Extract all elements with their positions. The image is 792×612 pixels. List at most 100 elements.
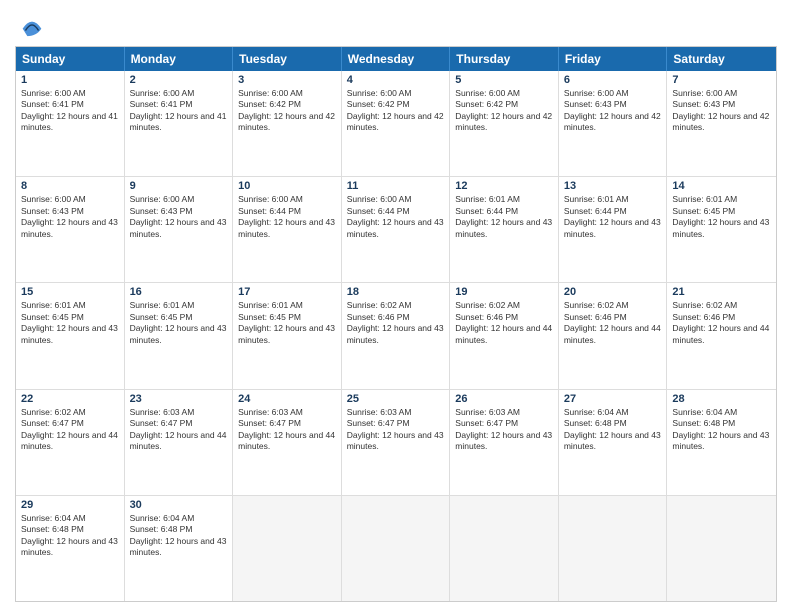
cell-info: Sunrise: 6:00 AMSunset: 6:41 PMDaylight:… <box>21 88 118 132</box>
calendar-row-2: 8 Sunrise: 6:00 AMSunset: 6:43 PMDayligh… <box>16 177 776 283</box>
day-number: 26 <box>455 393 553 405</box>
day-number: 8 <box>21 180 119 192</box>
day-number: 28 <box>672 393 771 405</box>
calendar-cell: 24 Sunrise: 6:03 AMSunset: 6:47 PMDaylig… <box>233 390 342 495</box>
day-number: 4 <box>347 74 445 86</box>
day-number: 14 <box>672 180 771 192</box>
calendar-cell: 4 Sunrise: 6:00 AMSunset: 6:42 PMDayligh… <box>342 71 451 176</box>
empty-cell <box>450 496 559 601</box>
cell-info: Sunrise: 6:02 AMSunset: 6:46 PMDaylight:… <box>347 300 444 344</box>
cell-info: Sunrise: 6:00 AMSunset: 6:42 PMDaylight:… <box>347 88 444 132</box>
day-number: 1 <box>21 74 119 86</box>
cell-info: Sunrise: 6:04 AMSunset: 6:48 PMDaylight:… <box>672 407 769 451</box>
calendar-cell: 7 Sunrise: 6:00 AMSunset: 6:43 PMDayligh… <box>667 71 776 176</box>
header-day-saturday: Saturday <box>667 47 776 71</box>
day-number: 15 <box>21 286 119 298</box>
cell-info: Sunrise: 6:01 AMSunset: 6:44 PMDaylight:… <box>564 194 661 238</box>
calendar-cell: 15 Sunrise: 6:01 AMSunset: 6:45 PMDaylig… <box>16 283 125 388</box>
day-number: 25 <box>347 393 445 405</box>
calendar-cell: 16 Sunrise: 6:01 AMSunset: 6:45 PMDaylig… <box>125 283 234 388</box>
day-number: 24 <box>238 393 336 405</box>
calendar-cell: 18 Sunrise: 6:02 AMSunset: 6:46 PMDaylig… <box>342 283 451 388</box>
calendar-cell: 3 Sunrise: 6:00 AMSunset: 6:42 PMDayligh… <box>233 71 342 176</box>
header-day-wednesday: Wednesday <box>342 47 451 71</box>
cell-info: Sunrise: 6:01 AMSunset: 6:44 PMDaylight:… <box>455 194 552 238</box>
day-number: 21 <box>672 286 771 298</box>
day-number: 23 <box>130 393 228 405</box>
calendar-cell: 26 Sunrise: 6:03 AMSunset: 6:47 PMDaylig… <box>450 390 559 495</box>
calendar-row-5: 29 Sunrise: 6:04 AMSunset: 6:48 PMDaylig… <box>16 496 776 601</box>
cell-info: Sunrise: 6:03 AMSunset: 6:47 PMDaylight:… <box>130 407 227 451</box>
calendar-cell: 13 Sunrise: 6:01 AMSunset: 6:44 PMDaylig… <box>559 177 668 282</box>
header <box>15 10 777 38</box>
calendar-cell: 25 Sunrise: 6:03 AMSunset: 6:47 PMDaylig… <box>342 390 451 495</box>
cell-info: Sunrise: 6:00 AMSunset: 6:43 PMDaylight:… <box>564 88 661 132</box>
logo <box>15 10 46 38</box>
day-number: 7 <box>672 74 771 86</box>
day-number: 13 <box>564 180 662 192</box>
calendar-cell: 12 Sunrise: 6:01 AMSunset: 6:44 PMDaylig… <box>450 177 559 282</box>
day-number: 20 <box>564 286 662 298</box>
calendar-cell: 20 Sunrise: 6:02 AMSunset: 6:46 PMDaylig… <box>559 283 668 388</box>
calendar-row-1: 1 Sunrise: 6:00 AMSunset: 6:41 PMDayligh… <box>16 71 776 177</box>
day-number: 30 <box>130 499 228 511</box>
day-number: 17 <box>238 286 336 298</box>
cell-info: Sunrise: 6:04 AMSunset: 6:48 PMDaylight:… <box>564 407 661 451</box>
calendar-cell: 29 Sunrise: 6:04 AMSunset: 6:48 PMDaylig… <box>16 496 125 601</box>
cell-info: Sunrise: 6:02 AMSunset: 6:46 PMDaylight:… <box>672 300 769 344</box>
cell-info: Sunrise: 6:00 AMSunset: 6:44 PMDaylight:… <box>347 194 444 238</box>
calendar-cell: 6 Sunrise: 6:00 AMSunset: 6:43 PMDayligh… <box>559 71 668 176</box>
calendar: SundayMondayTuesdayWednesdayThursdayFrid… <box>15 46 777 602</box>
page: SundayMondayTuesdayWednesdayThursdayFrid… <box>0 0 792 612</box>
cell-info: Sunrise: 6:01 AMSunset: 6:45 PMDaylight:… <box>130 300 227 344</box>
cell-info: Sunrise: 6:00 AMSunset: 6:41 PMDaylight:… <box>130 88 227 132</box>
day-number: 16 <box>130 286 228 298</box>
empty-cell <box>559 496 668 601</box>
cell-info: Sunrise: 6:00 AMSunset: 6:44 PMDaylight:… <box>238 194 335 238</box>
cell-info: Sunrise: 6:00 AMSunset: 6:43 PMDaylight:… <box>672 88 769 132</box>
calendar-cell: 11 Sunrise: 6:00 AMSunset: 6:44 PMDaylig… <box>342 177 451 282</box>
day-number: 12 <box>455 180 553 192</box>
calendar-body: 1 Sunrise: 6:00 AMSunset: 6:41 PMDayligh… <box>16 71 776 601</box>
calendar-header: SundayMondayTuesdayWednesdayThursdayFrid… <box>16 47 776 71</box>
cell-info: Sunrise: 6:00 AMSunset: 6:42 PMDaylight:… <box>238 88 335 132</box>
day-number: 3 <box>238 74 336 86</box>
logo-icon <box>18 10 46 38</box>
day-number: 19 <box>455 286 553 298</box>
header-day-sunday: Sunday <box>16 47 125 71</box>
calendar-cell: 19 Sunrise: 6:02 AMSunset: 6:46 PMDaylig… <box>450 283 559 388</box>
calendar-cell: 23 Sunrise: 6:03 AMSunset: 6:47 PMDaylig… <box>125 390 234 495</box>
day-number: 10 <box>238 180 336 192</box>
day-number: 22 <box>21 393 119 405</box>
calendar-cell: 1 Sunrise: 6:00 AMSunset: 6:41 PMDayligh… <box>16 71 125 176</box>
calendar-cell: 8 Sunrise: 6:00 AMSunset: 6:43 PMDayligh… <box>16 177 125 282</box>
day-number: 11 <box>347 180 445 192</box>
day-number: 29 <box>21 499 119 511</box>
header-day-monday: Monday <box>125 47 234 71</box>
cell-info: Sunrise: 6:01 AMSunset: 6:45 PMDaylight:… <box>238 300 335 344</box>
cell-info: Sunrise: 6:04 AMSunset: 6:48 PMDaylight:… <box>21 513 118 557</box>
cell-info: Sunrise: 6:04 AMSunset: 6:48 PMDaylight:… <box>130 513 227 557</box>
empty-cell <box>233 496 342 601</box>
calendar-row-4: 22 Sunrise: 6:02 AMSunset: 6:47 PMDaylig… <box>16 390 776 496</box>
day-number: 18 <box>347 286 445 298</box>
cell-info: Sunrise: 6:00 AMSunset: 6:43 PMDaylight:… <box>21 194 118 238</box>
cell-info: Sunrise: 6:03 AMSunset: 6:47 PMDaylight:… <box>455 407 552 451</box>
calendar-cell: 2 Sunrise: 6:00 AMSunset: 6:41 PMDayligh… <box>125 71 234 176</box>
day-number: 9 <box>130 180 228 192</box>
calendar-row-3: 15 Sunrise: 6:01 AMSunset: 6:45 PMDaylig… <box>16 283 776 389</box>
day-number: 6 <box>564 74 662 86</box>
day-number: 2 <box>130 74 228 86</box>
cell-info: Sunrise: 6:02 AMSunset: 6:47 PMDaylight:… <box>21 407 118 451</box>
calendar-cell: 10 Sunrise: 6:00 AMSunset: 6:44 PMDaylig… <box>233 177 342 282</box>
calendar-cell: 28 Sunrise: 6:04 AMSunset: 6:48 PMDaylig… <box>667 390 776 495</box>
cell-info: Sunrise: 6:01 AMSunset: 6:45 PMDaylight:… <box>672 194 769 238</box>
calendar-cell: 17 Sunrise: 6:01 AMSunset: 6:45 PMDaylig… <box>233 283 342 388</box>
day-number: 27 <box>564 393 662 405</box>
calendar-cell: 30 Sunrise: 6:04 AMSunset: 6:48 PMDaylig… <box>125 496 234 601</box>
calendar-cell: 27 Sunrise: 6:04 AMSunset: 6:48 PMDaylig… <box>559 390 668 495</box>
header-day-tuesday: Tuesday <box>233 47 342 71</box>
header-day-thursday: Thursday <box>450 47 559 71</box>
day-number: 5 <box>455 74 553 86</box>
calendar-cell: 21 Sunrise: 6:02 AMSunset: 6:46 PMDaylig… <box>667 283 776 388</box>
